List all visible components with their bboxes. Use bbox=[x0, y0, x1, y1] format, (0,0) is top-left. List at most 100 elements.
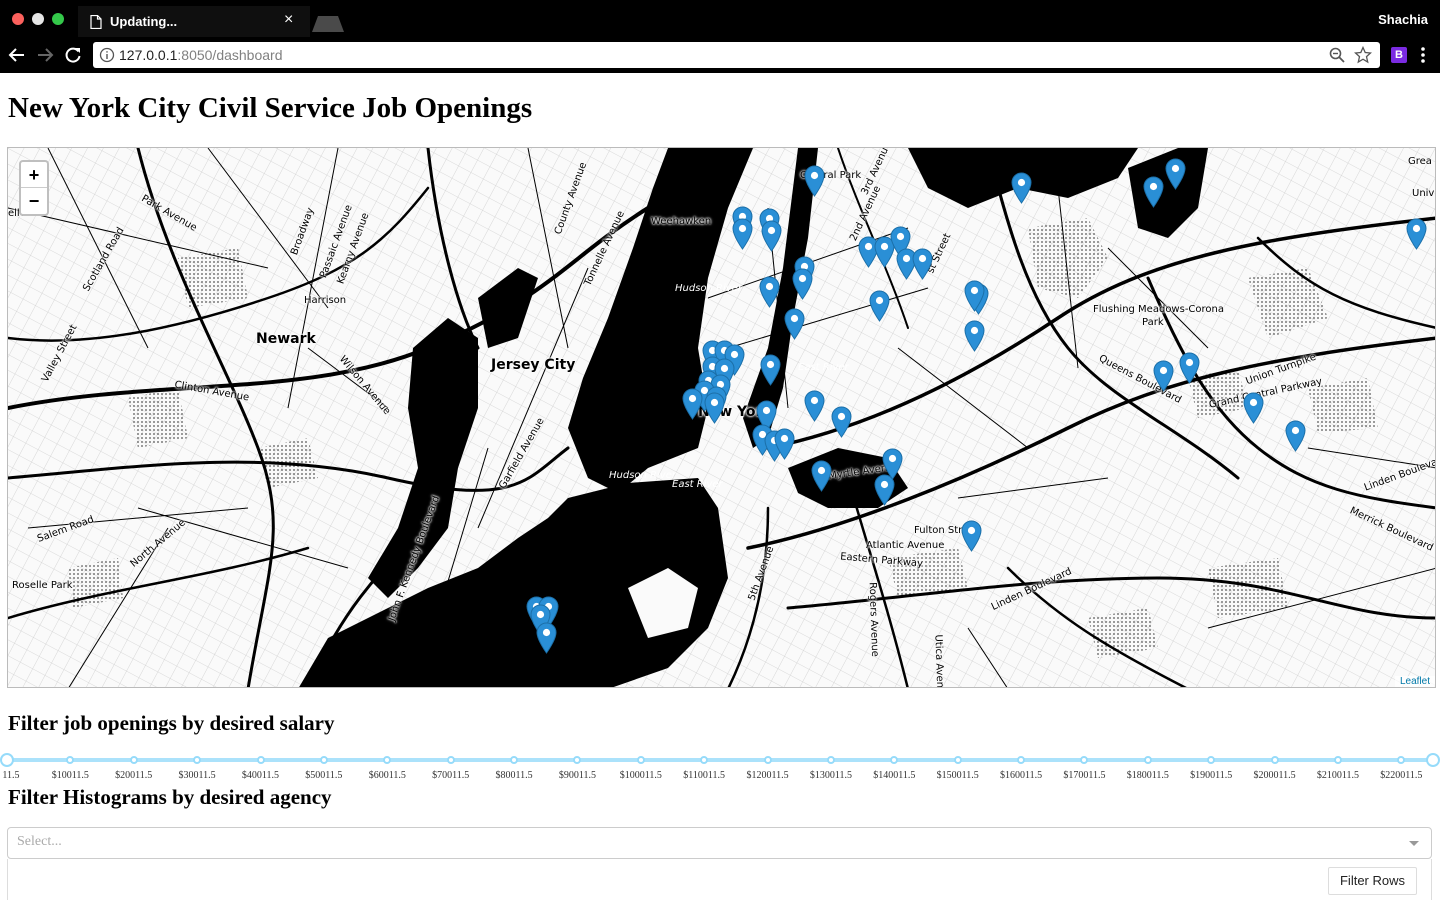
job-openings-map[interactable]: Newark Jersey City Harrison Weehawken Ne… bbox=[7, 147, 1436, 688]
map-label-harrison: Harrison bbox=[304, 295, 347, 306]
slider-dot[interactable] bbox=[256, 756, 265, 764]
map-marker-icon[interactable] bbox=[1243, 392, 1264, 424]
map-marker-icon[interactable] bbox=[912, 248, 933, 280]
browser-tab[interactable]: Updating... × bbox=[78, 6, 310, 37]
slider-mark-label: $140011.5 bbox=[873, 770, 916, 781]
map-marker-icon[interactable] bbox=[1406, 218, 1427, 250]
map-marker-icon[interactable] bbox=[1165, 158, 1186, 190]
url-text[interactable]: 127.0.0.1:8050/dashboard bbox=[119, 47, 282, 63]
document-icon bbox=[90, 15, 102, 29]
map-marker-icon[interactable] bbox=[811, 460, 832, 492]
info-icon[interactable] bbox=[99, 47, 115, 63]
slider-mark-label: $20011.5 bbox=[115, 770, 153, 781]
address-bar[interactable]: 127.0.0.1:8050/dashboard bbox=[93, 42, 1380, 68]
leaflet-attribution-link[interactable]: Leaflet bbox=[1394, 676, 1435, 687]
extension-icon[interactable]: B bbox=[1391, 47, 1407, 63]
map-marker-icon[interactable] bbox=[804, 390, 825, 422]
slider-dot[interactable] bbox=[319, 756, 328, 764]
map-marker-icon[interactable] bbox=[682, 388, 703, 420]
slider-dot[interactable] bbox=[1080, 756, 1089, 764]
url-host: 127.0.0.1 bbox=[119, 47, 178, 63]
map-marker-icon[interactable] bbox=[704, 392, 725, 424]
slider-mark-label: $40011.5 bbox=[241, 770, 280, 781]
map-marker-icon[interactable] bbox=[869, 290, 890, 322]
map-marker-icon[interactable] bbox=[961, 520, 982, 552]
map-marker-icon[interactable] bbox=[760, 354, 781, 386]
map-marker-icon[interactable] bbox=[774, 428, 795, 460]
zoom-out-button[interactable]: − bbox=[21, 188, 47, 214]
slider-dot[interactable] bbox=[826, 756, 835, 764]
map-marker-icon[interactable] bbox=[874, 474, 895, 506]
zoom-icon[interactable] bbox=[1328, 46, 1346, 64]
chevron-down-icon[interactable] bbox=[1409, 841, 1419, 846]
tab-close-icon[interactable]: × bbox=[284, 12, 293, 28]
slider-dot[interactable] bbox=[383, 756, 392, 764]
slider-dot[interactable] bbox=[1017, 756, 1026, 764]
back-arrow-icon[interactable] bbox=[8, 46, 26, 64]
profile-name[interactable]: Shachia bbox=[1378, 12, 1428, 27]
window-close-button[interactable] bbox=[12, 13, 24, 25]
slider-dot[interactable] bbox=[890, 756, 899, 764]
slider-dot[interactable] bbox=[700, 756, 709, 764]
slider-dot[interactable] bbox=[193, 756, 202, 764]
slider-dot[interactable] bbox=[66, 756, 75, 764]
kebab-menu-icon[interactable] bbox=[1420, 46, 1426, 64]
map-marker-icon[interactable] bbox=[759, 276, 780, 308]
window-maximize-button[interactable] bbox=[52, 13, 64, 25]
map-label-east-river-north: East River bbox=[798, 362, 849, 373]
slider-mark-label: $110011.5 bbox=[683, 770, 726, 781]
agency-dropdown-placeholder: Select... bbox=[17, 834, 62, 849]
slider-dot[interactable] bbox=[510, 756, 519, 764]
map-marker-icon[interactable] bbox=[831, 406, 852, 438]
map-marker-icon[interactable] bbox=[536, 622, 557, 654]
slider-mark-label: $130011.5 bbox=[809, 770, 852, 781]
map-marker-icon[interactable] bbox=[792, 268, 813, 300]
map-label-newark: Newark bbox=[256, 331, 316, 347]
map-marker-icon[interactable] bbox=[1285, 420, 1306, 452]
window-minimize-button[interactable] bbox=[32, 13, 44, 25]
map-marker-icon[interactable] bbox=[1143, 176, 1164, 208]
bookmark-star-icon[interactable] bbox=[1354, 46, 1372, 64]
map-marker-icon[interactable] bbox=[964, 320, 985, 352]
map-marker-icon[interactable] bbox=[761, 220, 782, 252]
slider-dot[interactable] bbox=[1270, 756, 1279, 764]
slider-mark-label: $200011.5 bbox=[1253, 770, 1296, 781]
slider-mark-label: $170011.5 bbox=[1063, 770, 1106, 781]
slider-mark-label: $10011.5 bbox=[51, 770, 89, 781]
zoom-in-button[interactable]: + bbox=[21, 162, 47, 188]
new-tab-button[interactable] bbox=[312, 16, 344, 32]
slider-dot[interactable] bbox=[636, 756, 645, 764]
slider-track[interactable] bbox=[7, 758, 1433, 762]
page-title: New York City Civil Service Job Openings bbox=[8, 92, 533, 124]
map-marker-icon[interactable] bbox=[1011, 172, 1032, 204]
slider-dot[interactable] bbox=[129, 756, 138, 764]
map-marker-icon[interactable] bbox=[1179, 352, 1200, 384]
slider-dot[interactable] bbox=[446, 756, 455, 764]
slider-handle-low[interactable] bbox=[0, 753, 14, 767]
slider-mark-label: $210011.5 bbox=[1316, 770, 1359, 781]
map-marker-icon[interactable] bbox=[1153, 360, 1174, 392]
slider-dot[interactable] bbox=[1143, 756, 1152, 764]
slider-mark-label: 11.5 bbox=[2, 770, 20, 781]
slider-mark-label: $100011.5 bbox=[619, 770, 662, 781]
agency-dropdown[interactable]: Select... bbox=[7, 827, 1432, 859]
reload-icon[interactable] bbox=[64, 46, 82, 64]
filter-rows-button[interactable]: Filter Rows bbox=[1327, 867, 1417, 895]
slider-dot[interactable] bbox=[573, 756, 582, 764]
slider-mark-label: $90011.5 bbox=[558, 770, 596, 781]
map-label-east-river-south: East River bbox=[672, 479, 723, 490]
salary-range-slider[interactable]: 11.5 $10011.5 $20011.5 $30011.5 $40011.5 $500… bbox=[0, 750, 1440, 790]
slider-dot[interactable] bbox=[953, 756, 962, 764]
map-marker-icon[interactable] bbox=[964, 280, 985, 312]
slider-dot[interactable] bbox=[763, 756, 772, 764]
slider-handle-high[interactable] bbox=[1426, 753, 1440, 767]
map-marker-icon[interactable] bbox=[732, 218, 753, 250]
map-marker-icon[interactable] bbox=[804, 165, 825, 197]
slider-mark-label: $60011.5 bbox=[368, 770, 406, 781]
slider-dot[interactable] bbox=[1397, 756, 1406, 764]
slider-dot[interactable] bbox=[1207, 756, 1216, 764]
forward-arrow-icon[interactable] bbox=[36, 46, 54, 64]
map-marker-icon[interactable] bbox=[784, 308, 805, 340]
agency-filter-title: Filter Histograms by desired agency bbox=[8, 785, 332, 809]
slider-dot[interactable] bbox=[1333, 756, 1342, 764]
